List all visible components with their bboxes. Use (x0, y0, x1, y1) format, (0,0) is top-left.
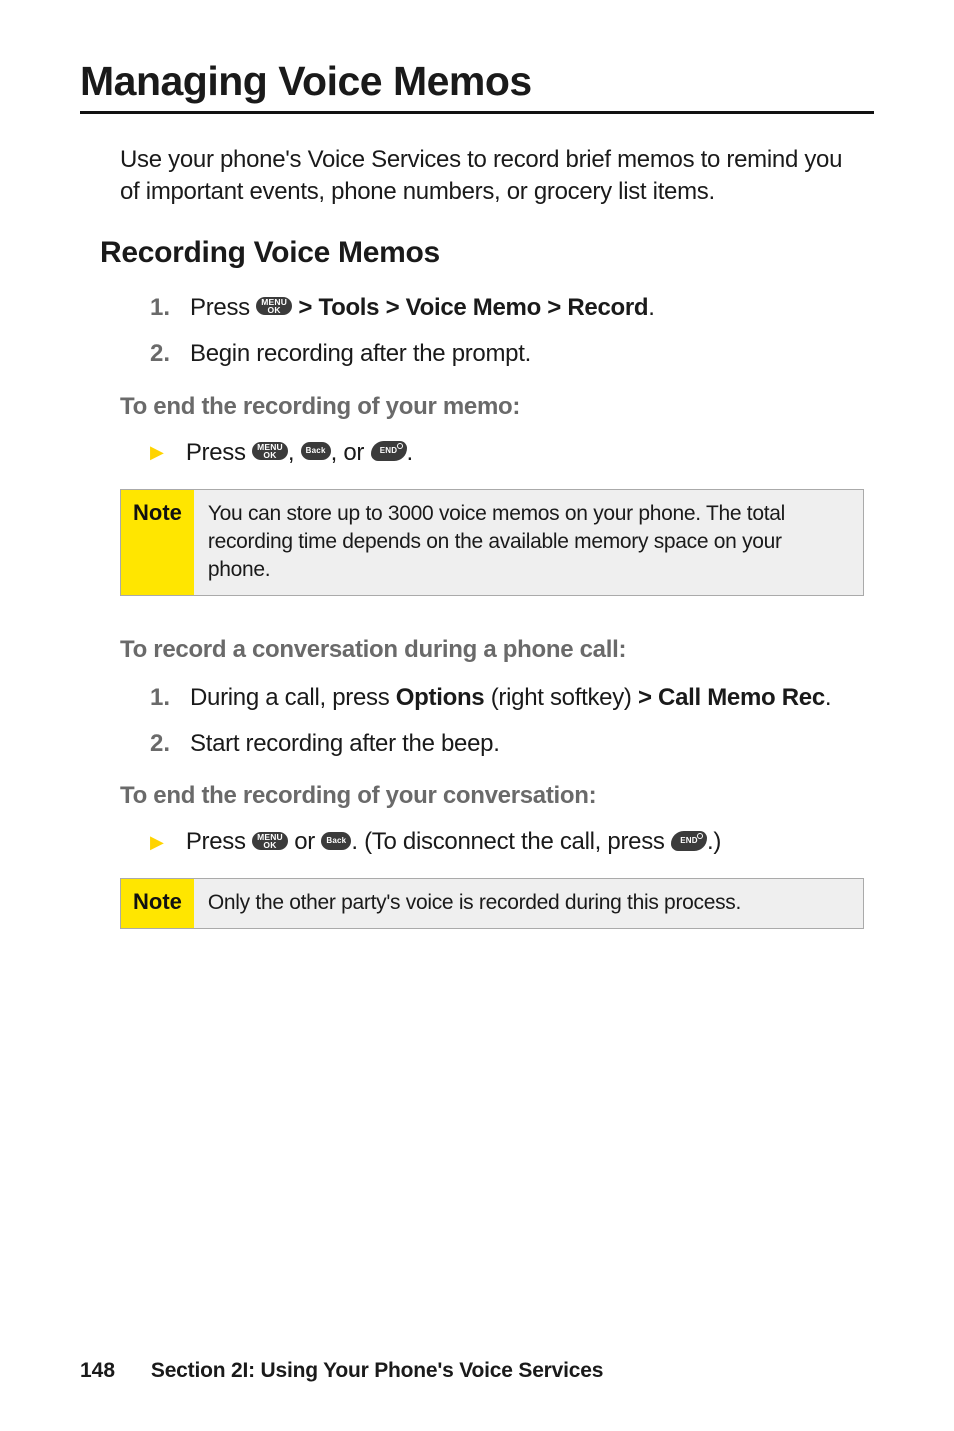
step-text: Start recording after the beep. (190, 728, 874, 760)
sub-instruction-head: To record a conversation during a phone … (120, 636, 874, 664)
note-content: Only the other party's voice is recorded… (194, 879, 863, 927)
text-span: , (288, 439, 301, 466)
text-span: During a call, press (190, 684, 396, 711)
text-span: . (To disconnect the call, press (351, 828, 671, 855)
triangle-bullet-icon: ▶ (150, 442, 164, 463)
record-steps: 1. Press MENU OK > Tools > Voice Memo > … (150, 292, 874, 371)
list-item: 1. During a call, press Options (right s… (150, 682, 874, 714)
bold-span: > Call Memo Rec (638, 684, 825, 711)
step-number: 1. (150, 682, 190, 714)
step-text: Press MENU OK > Tools > Voice Memo > Rec… (190, 292, 874, 324)
section-label: Section 2I: Using Your Phone's Voice Ser… (151, 1359, 603, 1382)
text-span: . (825, 684, 831, 711)
text-span: (right softkey) (484, 684, 638, 711)
bullet-text: Press MENU OK or Back. (To disconnect th… (186, 828, 721, 856)
sub-instruction-head: To end the recording of your conversatio… (120, 782, 874, 810)
title-rule (80, 111, 874, 114)
list-item: 2. Begin recording after the prompt. (150, 338, 874, 370)
conversation-steps: 1. During a call, press Options (right s… (150, 682, 874, 761)
note-box: Note You can store up to 3000 voice memo… (120, 489, 864, 596)
step-number: 1. (150, 292, 190, 324)
menu-ok-key-icon: MENU OK (252, 442, 288, 460)
intro-text: Use your phone's Voice Services to recor… (120, 144, 864, 208)
text-span: . (648, 294, 654, 321)
step-text: Begin recording after the prompt. (190, 338, 874, 370)
menu-ok-key-icon: MENU OK (252, 832, 288, 850)
bold-span: Options (396, 684, 485, 711)
text-span: or (288, 828, 321, 855)
sub-instruction-head: To end the recording of your memo: (120, 393, 874, 421)
triangle-bullet-icon: ▶ (150, 832, 164, 853)
bold-path: > Tools > Voice Memo > Record (292, 294, 648, 321)
step-number: 2. (150, 338, 190, 370)
bullet-line: ▶ Press MENU OK, Back, or END. (150, 439, 874, 467)
menu-ok-key-icon: MENU OK (256, 297, 292, 315)
step-text: During a call, press Options (right soft… (190, 682, 874, 714)
end-key-icon: END (671, 831, 707, 851)
note-box: Note Only the other party's voice is rec… (120, 878, 864, 928)
page-title: Managing Voice Memos (80, 58, 874, 105)
page-number: 148 (80, 1359, 115, 1382)
text-span: Press (190, 294, 256, 321)
bullet-text: Press MENU OK, Back, or END. (186, 439, 413, 467)
list-item: 1. Press MENU OK > Tools > Voice Memo > … (150, 292, 874, 324)
bullet-line: ▶ Press MENU OK or Back. (To disconnect … (150, 828, 874, 856)
page-footer: 148 Section 2I: Using Your Phone's Voice… (80, 1359, 603, 1383)
manual-page: Managing Voice Memos Use your phone's Vo… (0, 0, 954, 1431)
section-heading: Recording Voice Memos (100, 236, 874, 270)
text-span: Press (186, 828, 252, 855)
back-key-icon: Back (321, 832, 351, 850)
back-key-icon: Back (301, 442, 331, 460)
text-span: Press (186, 439, 252, 466)
end-key-icon: END (371, 441, 407, 461)
note-label: Note (121, 490, 194, 595)
intro-block: Use your phone's Voice Services to recor… (120, 144, 864, 208)
list-item: 2. Start recording after the beep. (150, 728, 874, 760)
step-number: 2. (150, 728, 190, 760)
text-span: , or (331, 439, 371, 466)
note-content: You can store up to 3000 voice memos on … (194, 490, 863, 595)
text-span: . (407, 439, 413, 466)
text-span: .) (707, 828, 721, 855)
note-label: Note (121, 879, 194, 927)
